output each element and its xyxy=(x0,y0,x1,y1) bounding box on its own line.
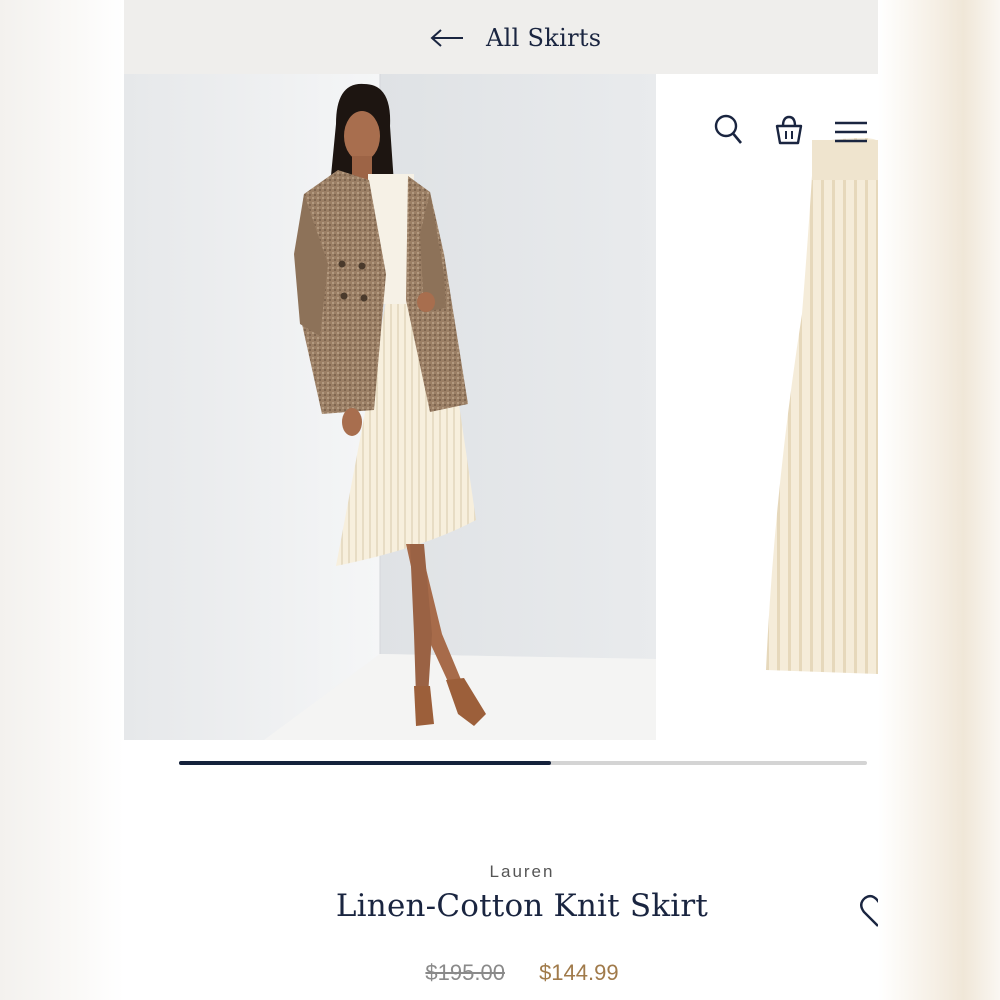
heart-icon[interactable] xyxy=(860,894,878,928)
original-price: $195.00 xyxy=(425,960,505,985)
menu-icon[interactable] xyxy=(834,120,868,149)
sale-price: $144.99 xyxy=(539,960,619,985)
background-right xyxy=(878,0,1000,1000)
arrow-left-icon xyxy=(430,28,464,48)
back-to-all-skirts-link[interactable]: All Skirts xyxy=(430,20,601,56)
product-screen: All Skirts Lauren Linen-Cotton Knit Skir… xyxy=(124,0,878,1000)
gallery-progress-bar xyxy=(179,761,867,765)
product-image-model[interactable] xyxy=(124,74,656,740)
search-icon[interactable] xyxy=(714,114,744,151)
product-image-flatlay[interactable] xyxy=(656,74,878,740)
gallery-progress-fill xyxy=(179,761,551,765)
background-left xyxy=(0,0,124,1000)
product-brand: Lauren xyxy=(489,862,555,881)
price-row: $195.00 $144.99 xyxy=(124,960,878,986)
top-bar: All Skirts xyxy=(124,0,878,74)
product-title: Linen-Cotton Knit Skirt xyxy=(335,888,709,924)
back-link-label: All Skirts xyxy=(486,24,602,52)
shopping-bag-icon[interactable] xyxy=(774,114,804,151)
